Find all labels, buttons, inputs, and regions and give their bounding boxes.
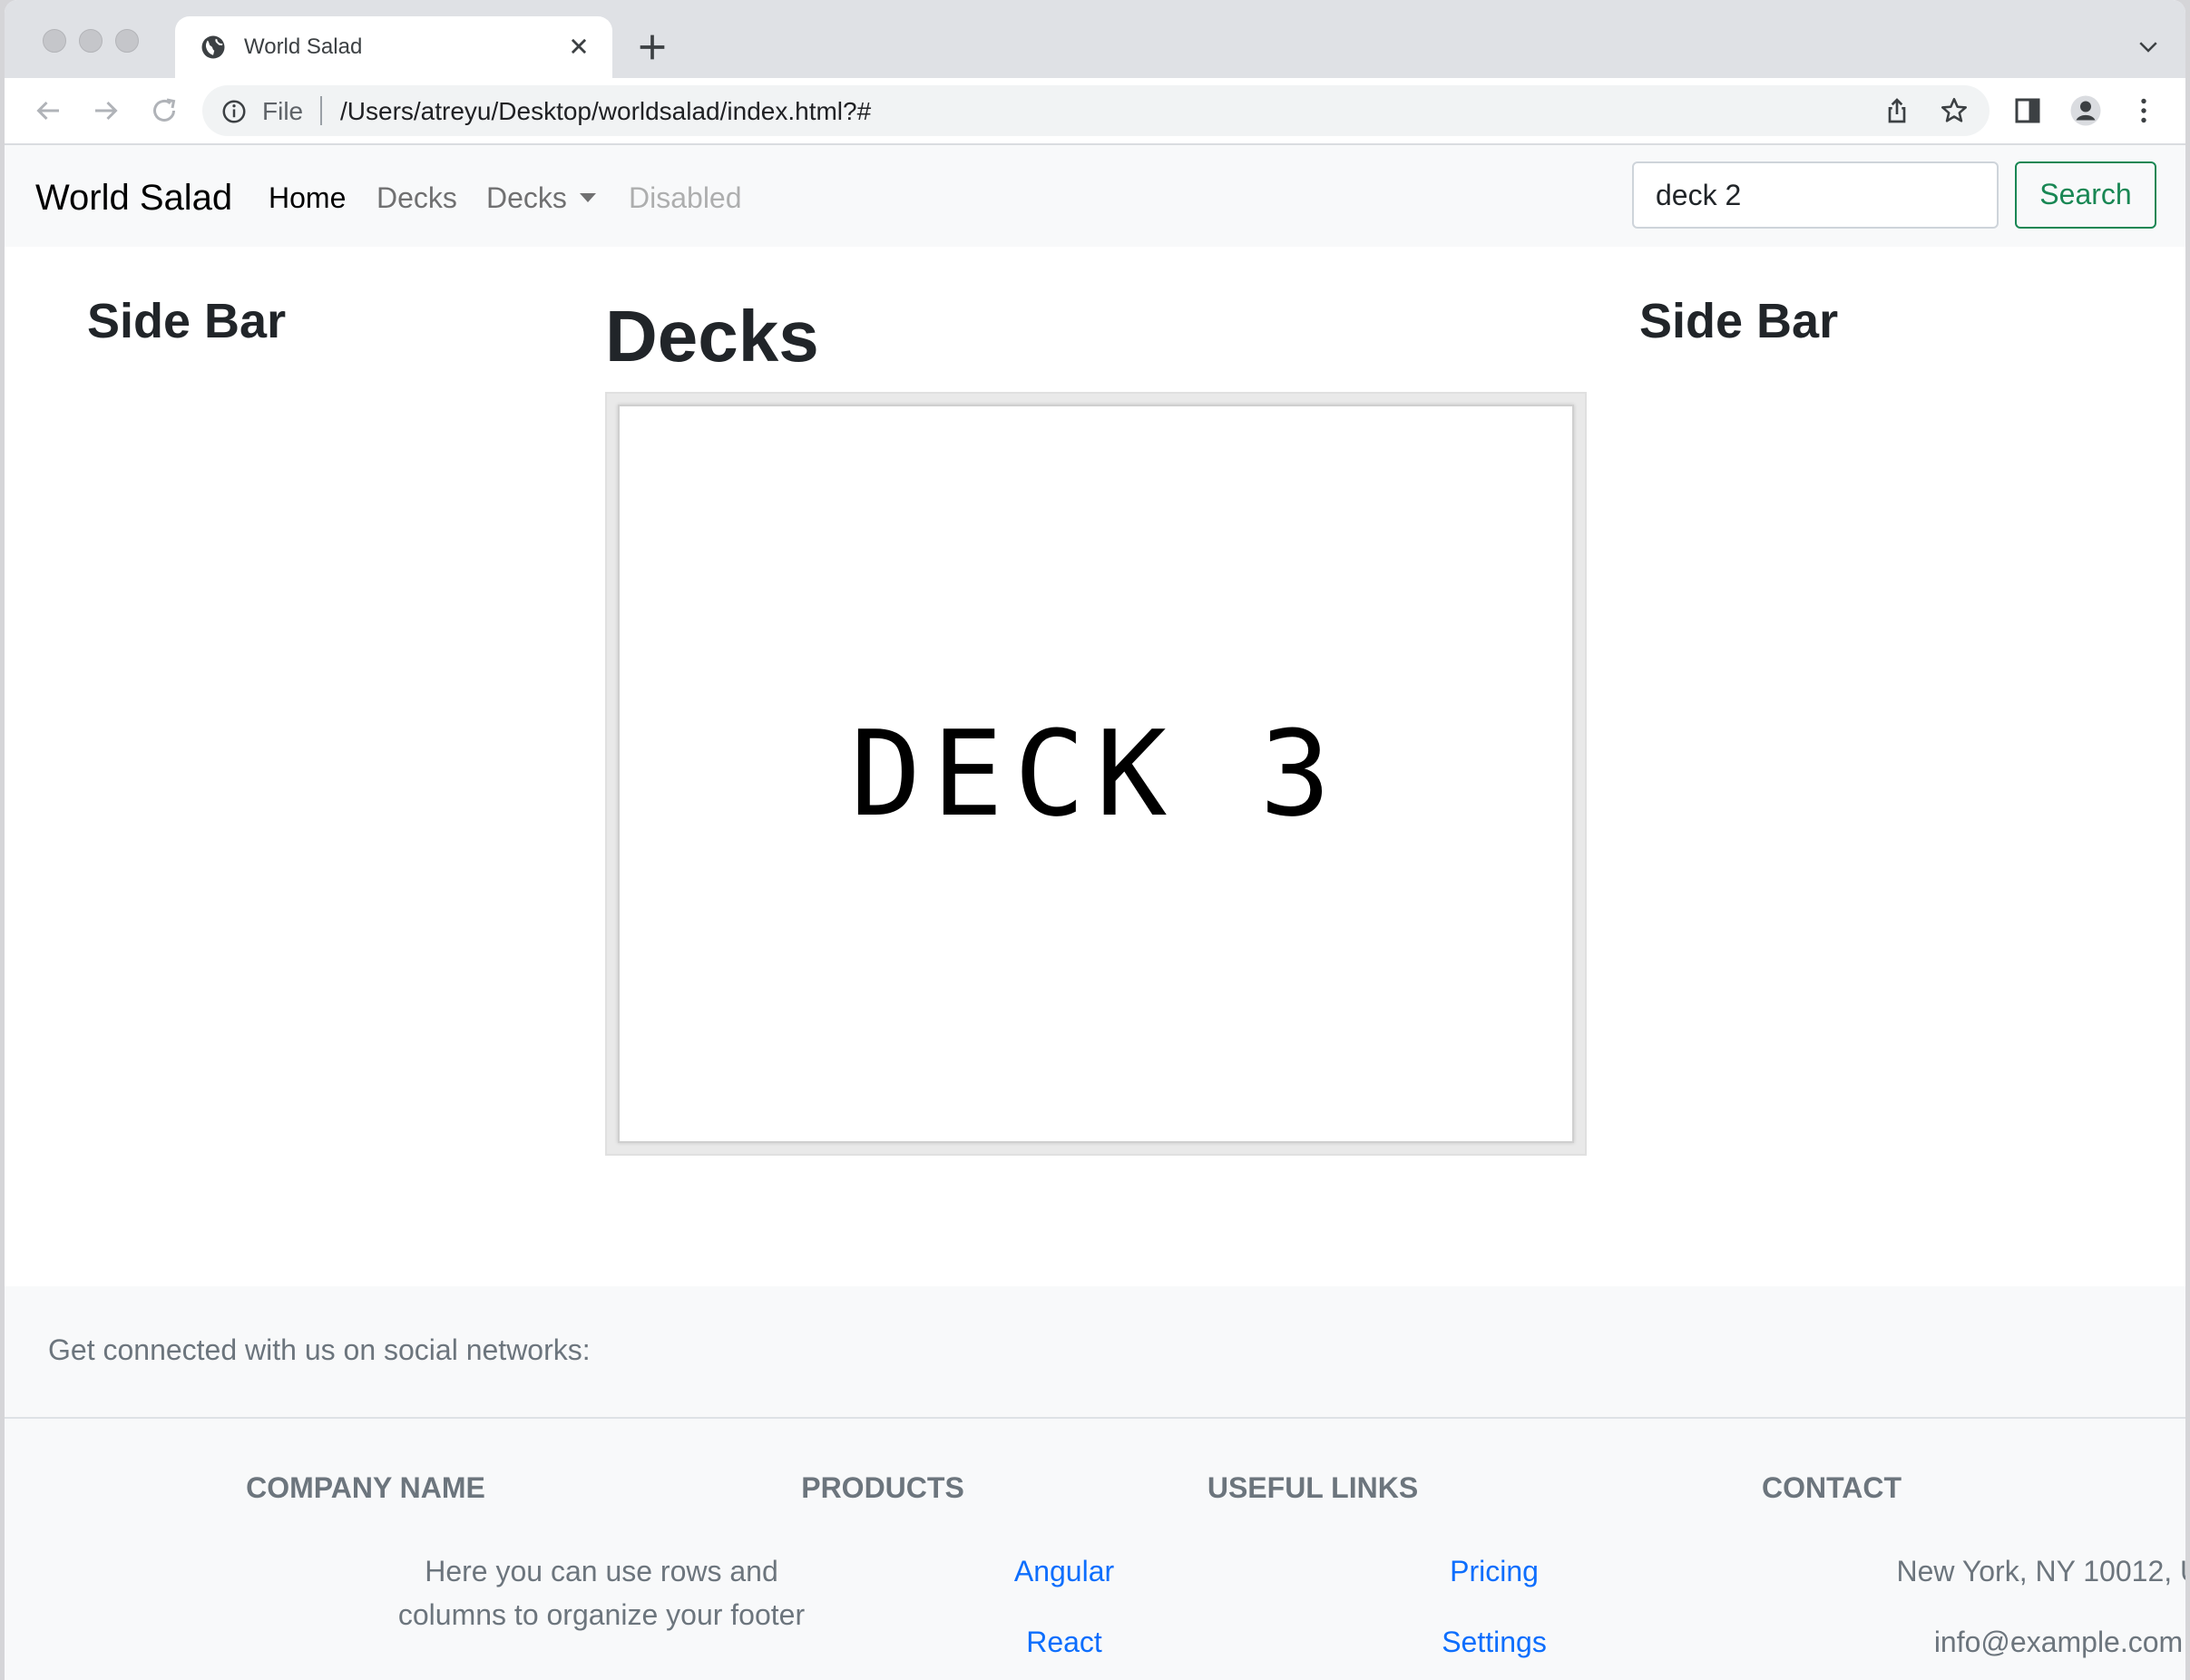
url-scheme-label: File	[262, 97, 304, 125]
footer-link-angular[interactable]: Angular	[883, 1549, 1246, 1593]
tab-strip: World Salad	[5, 0, 2185, 78]
close-icon[interactable]	[563, 31, 594, 62]
plus-icon[interactable]	[634, 29, 670, 65]
deck-card[interactable]: DECK 3	[618, 405, 1574, 1143]
url-divider	[320, 96, 322, 125]
nav-link-decks[interactable]: Decks	[376, 180, 457, 216]
social-bar: Get connected with us on social networks…	[5, 1286, 2185, 1419]
site-footer: COMPANY NAME Here you can use rows and c…	[5, 1419, 2185, 1680]
globe-icon	[201, 35, 225, 59]
window-zoom-dot[interactable]	[115, 29, 139, 53]
kebab-menu-icon[interactable]	[2127, 94, 2160, 127]
nav-link-home[interactable]: Home	[269, 180, 346, 216]
address-bar[interactable]: File /Users/atreyu/Desktop/worldsalad/in…	[202, 85, 1990, 136]
social-text: Get connected with us on social networks…	[48, 1333, 591, 1366]
profile-avatar-icon[interactable]	[2069, 94, 2102, 127]
footer-heading: COMPANY NAME	[246, 1471, 485, 1504]
deck-carousel: DECK 3	[605, 392, 1587, 1156]
caret-down-icon	[579, 193, 596, 202]
info-icon[interactable]	[220, 98, 248, 125]
deck-card-title: DECK 3	[850, 705, 1342, 843]
footer-text: columns to organize your footer	[397, 1598, 806, 1631]
url-text[interactable]: /Users/atreyu/Desktop/worldsalad/index.h…	[340, 97, 871, 126]
right-sidebar-title: Side Bar	[1639, 294, 1839, 348]
footer-heading: CONTACT	[1761, 1471, 1902, 1504]
window-minimize-dot[interactable]	[79, 29, 103, 53]
footer-text: Here you can use rows and	[425, 1555, 778, 1587]
footer-link-settings[interactable]: Settings	[1313, 1620, 1676, 1664]
footer-text: New York, NY 10012, US	[1896, 1555, 2185, 1587]
reload-icon[interactable]	[148, 94, 181, 127]
browser-toolbar: File /Users/atreyu/Desktop/worldsalad/in…	[5, 78, 2185, 145]
tab-title: World Salad	[244, 34, 363, 59]
window-close-dot[interactable]	[43, 29, 66, 53]
share-icon[interactable]	[1882, 96, 1911, 125]
forward-arrow-icon[interactable]	[90, 94, 122, 127]
chevron-down-icon[interactable]	[2135, 33, 2162, 60]
search-button[interactable]: Search	[2015, 161, 2156, 229]
browser-window: World Salad File /Users/atreyu/Desktop/w…	[5, 0, 2185, 1680]
back-arrow-icon[interactable]	[32, 94, 64, 127]
side-panel-icon[interactable]	[2011, 94, 2044, 127]
footer-text: info@example.com	[1933, 1626, 2184, 1658]
page-title: Decks	[605, 296, 819, 376]
navbar-brand[interactable]: World Salad	[35, 176, 232, 220]
browser-tab[interactable]: World Salad	[175, 16, 612, 78]
star-icon[interactable]	[1939, 95, 1970, 126]
web-page: World Salad Home Decks Decks Disabled Se…	[5, 145, 2185, 1680]
footer-link-react[interactable]: React	[883, 1620, 1246, 1664]
footer-heading: PRODUCTS	[801, 1471, 964, 1504]
site-navbar: World Salad Home Decks Decks Disabled Se…	[5, 145, 2185, 247]
nav-dropdown-decks[interactable]: Decks	[486, 180, 596, 216]
footer-link-pricing[interactable]: Pricing	[1313, 1549, 1676, 1593]
nav-dropdown-label: Decks	[486, 181, 567, 214]
nav-link-disabled: Disabled	[629, 181, 742, 214]
footer-heading: USEFUL LINKS	[1207, 1471, 1419, 1504]
left-sidebar-title: Side Bar	[87, 294, 287, 348]
search-input[interactable]	[1632, 161, 1999, 229]
